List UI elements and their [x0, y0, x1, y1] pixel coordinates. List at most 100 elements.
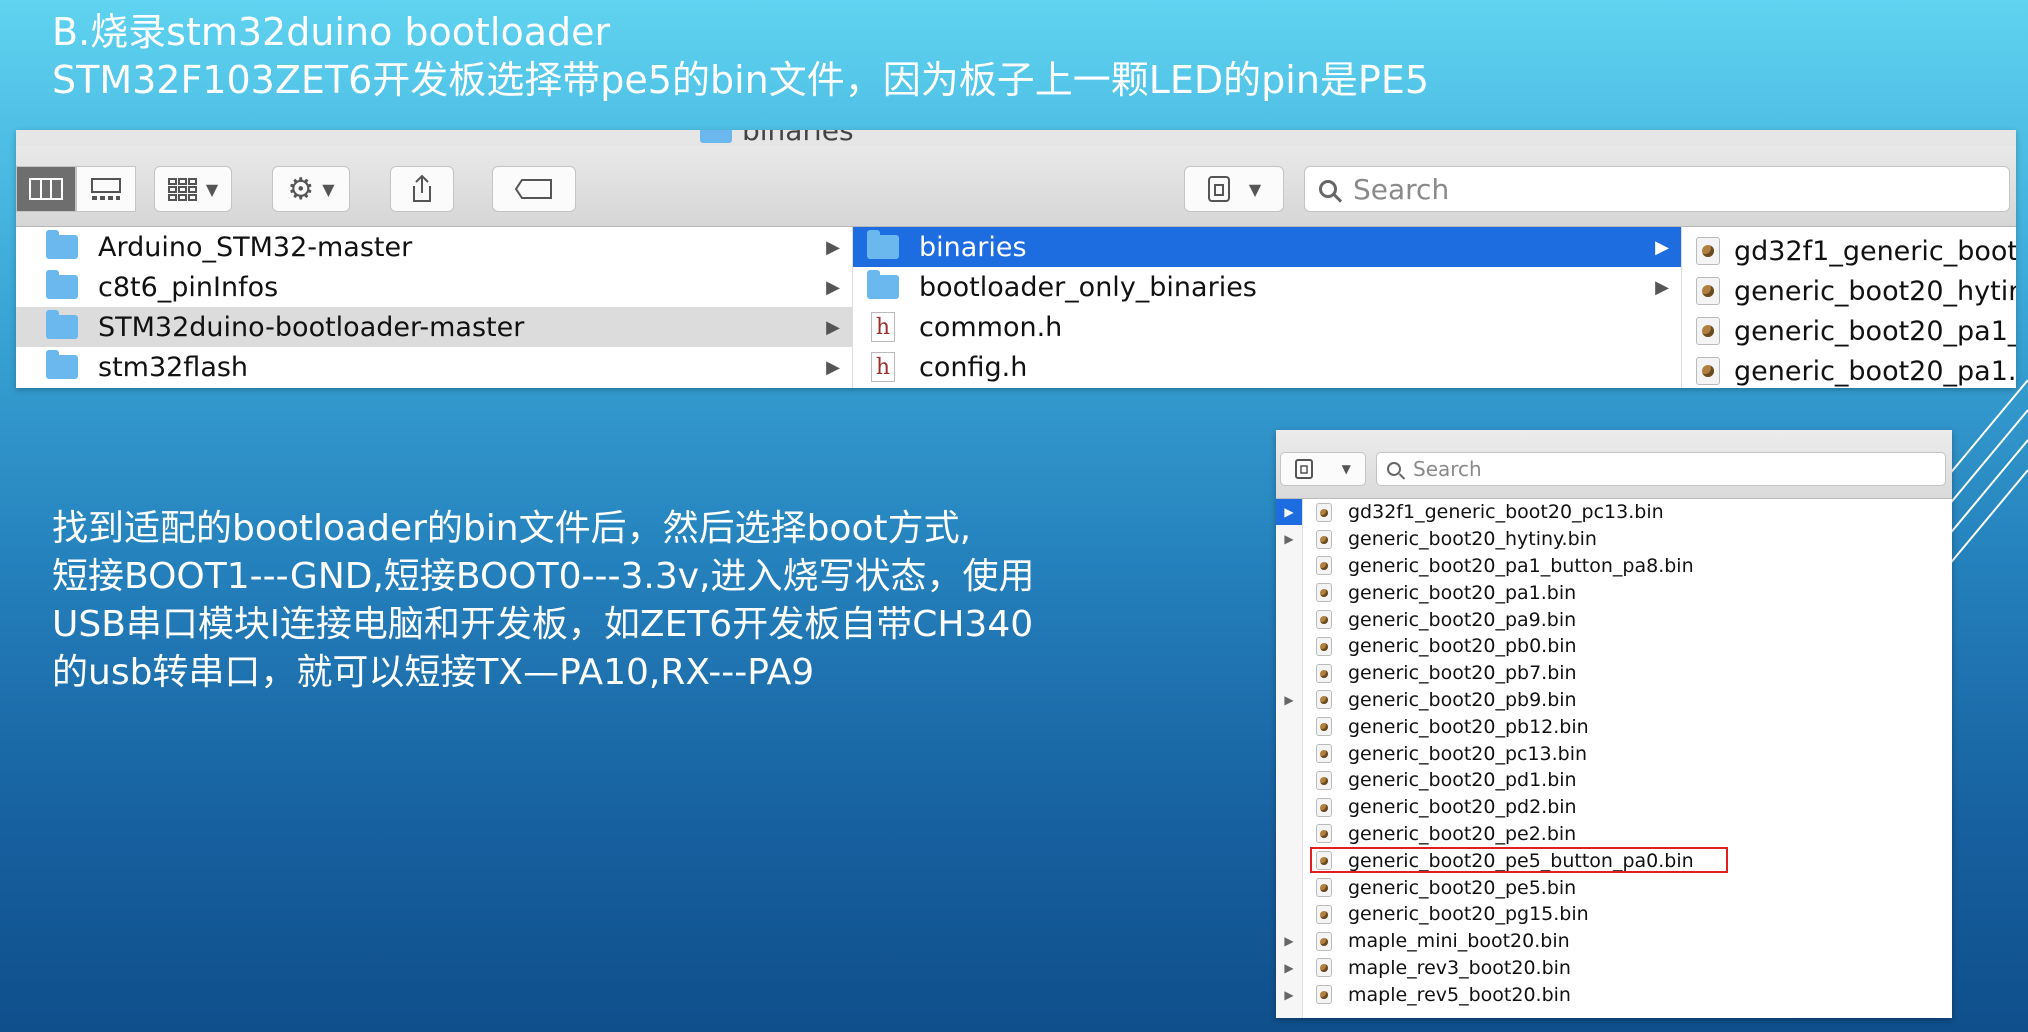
drive-icon [1295, 459, 1314, 479]
folder-icon [867, 270, 899, 299]
device-menu-button[interactable]: ▼ [1184, 166, 1284, 212]
file-name: gd32f1_generic_boot20_pc13.bin [1348, 501, 1664, 524]
list-item[interactable]: generic_boot20_pb0.bin [1276, 633, 1952, 660]
file-name: generic_boot20_pa1.bin [1348, 581, 1577, 604]
list-item[interactable]: stm32flash ▶ [16, 347, 852, 387]
finder-title-bar: binaries [16, 130, 2016, 147]
list-item[interactable]: generic_boot20_pa1.bin [1276, 579, 1952, 606]
body-line: 找到适配的bootloader的bin文件后，然后选择boot方式, [52, 508, 972, 549]
search-icon [1387, 462, 1401, 476]
list-item[interactable]: h config.h [853, 347, 1681, 387]
disclosure-arrow-icon: ▶ [1284, 987, 1294, 1002]
list-item[interactable]: ▶ generic_boot20_hytiny.bin [1276, 526, 1952, 553]
search-placeholder: Search [1353, 172, 1450, 206]
list-item[interactable]: generic_boot20_pa1_button_pa8.bin [1276, 553, 1952, 580]
bin-file-icon [1316, 958, 1332, 978]
share-button[interactable] [390, 166, 454, 212]
bin-file-icon [1316, 529, 1332, 549]
tag-icon [514, 179, 552, 199]
finder-toolbar: ▼ ⚙ ▼ ▼ Search [16, 146, 2016, 227]
disclosure-arrow-icon: ▶ [1276, 499, 1302, 526]
list-item[interactable]: c8t6_pinInfos ▶ [16, 267, 852, 307]
bin-file-icon [1696, 237, 1720, 265]
file-list: ▶ gd32f1_generic_boot20_pc13.bin ▶ generic_… [1276, 499, 1952, 1018]
item-label: generic_boot20_hytiny. [1734, 275, 2016, 307]
item-label: config.h [919, 351, 1028, 383]
list-item[interactable]: generic_boot20_pd1.bin [1276, 767, 1952, 794]
list-item[interactable]: bootloader_only_binaries ▶ [853, 267, 1681, 307]
grid-icon [167, 178, 197, 201]
file-name: maple_rev5_boot20.bin [1348, 983, 1571, 1006]
folder-icon [46, 310, 78, 339]
bin-file-icon [1316, 770, 1332, 790]
finder-column-3: gd32f1_generic_boot20 generic_boot20_hyt… [1682, 227, 2016, 388]
bin-file-icon [1696, 357, 1720, 385]
list-item[interactable]: ▶ maple_rev3_boot20.bin [1276, 955, 1952, 982]
folder-icon [46, 230, 78, 259]
file-name: maple_rev3_boot20.bin [1348, 956, 1571, 979]
search-placeholder: Search [1413, 457, 1482, 481]
column-view-button[interactable] [16, 166, 76, 212]
file-name: generic_boot20_pb0.bin [1348, 635, 1577, 658]
list-item[interactable]: generic_boot20_pa1_bu [1682, 311, 2016, 351]
action-button[interactable]: ⚙ ▼ [272, 166, 350, 212]
disclosure-arrow-icon: ▶ [826, 276, 840, 298]
list-item[interactable]: generic_boot20_hytiny. [1682, 271, 2016, 311]
file-name: generic_boot20_pd2.bin [1348, 796, 1577, 819]
group-by-button[interactable]: ▼ [154, 166, 232, 212]
bin-file-icon [1316, 904, 1332, 924]
item-label: Arduino_STM32-master [98, 231, 413, 263]
chevron-down-icon: ▼ [205, 179, 219, 199]
list-item[interactable]: ▶ maple_mini_boot20.bin [1276, 928, 1952, 955]
chevron-down-icon: ▼ [1248, 179, 1262, 199]
window-title: binaries [742, 130, 854, 147]
list-item[interactable]: generic_boot20_pg15.bin [1276, 901, 1952, 928]
list-item[interactable]: generic_boot20_pe5.bin [1276, 874, 1952, 901]
gallery-view-button[interactable] [76, 166, 136, 212]
bin-file-icon [1316, 502, 1332, 522]
bin-file-icon [1316, 851, 1332, 871]
bin-file-icon [1316, 931, 1332, 951]
disclosure-arrow-icon: ▶ [1284, 960, 1294, 975]
search-field[interactable]: Search [1304, 166, 2010, 212]
list-item[interactable]: Arduino_STM32-master ▶ [16, 227, 852, 267]
list-item[interactable]: generic_boot20_pa9.bin [1276, 606, 1952, 633]
list-item-selected[interactable]: STM32duino-bootloader-master ▶ [16, 307, 852, 347]
file-name: generic_boot20_pe5_button_pa0.bin [1348, 849, 1694, 872]
list-item[interactable]: h common.h [853, 307, 1681, 347]
drive-icon [1207, 176, 1230, 202]
bin-file-icon [1316, 636, 1332, 656]
bin-file-icon [1316, 985, 1332, 1005]
tags-button[interactable] [492, 166, 576, 212]
device-menu-button[interactable]: ▼ [1280, 452, 1366, 486]
body-line: USB串口模块l连接电脑和开发板，如ZET6开发板自带CH340 [52, 604, 1034, 645]
list-item-selected[interactable]: binaries ▶ [853, 227, 1681, 267]
list-item[interactable]: gd32f1_generic_boot20 [1682, 231, 2016, 271]
list-item[interactable]: generic_boot20_pe2.bin [1276, 821, 1952, 848]
list-item[interactable]: generic_boot20_pb12.bin [1276, 713, 1952, 740]
item-label: generic_boot20_pa1.bi [1734, 355, 2016, 387]
file-name: generic_boot20_pe5.bin [1348, 876, 1577, 899]
item-label: bootloader_only_binaries [919, 271, 1257, 303]
disclosure-arrow-icon: ▶ [1284, 692, 1294, 707]
title-line-2: STM32F103ZET6开发板选择带pe5的bin文件，因为板子上一颗LED的… [52, 58, 1430, 102]
search-field[interactable]: Search [1376, 452, 1946, 486]
item-label: generic_boot20_pa1_bu [1734, 315, 2016, 347]
disclosure-arrow-icon: ▶ [826, 236, 840, 258]
finder-window-bottom: ▼ Search ▶ gd32f1_generic_boot20_pc13.bin… [1276, 430, 1952, 1018]
list-item[interactable]: ▶ generic_boot20_pb9.bin [1276, 687, 1952, 714]
body-line: 的usb转串口，就可以短接TX—PA10,RX---PA9 [52, 652, 815, 693]
finder-column-2: binaries ▶ bootloader_only_binaries ▶ h … [853, 227, 1682, 388]
header-file-icon: h [871, 312, 895, 342]
chevron-down-icon: ▼ [322, 179, 335, 199]
file-name: generic_boot20_pb9.bin [1348, 688, 1577, 711]
list-item[interactable]: ▶ maple_rev5_boot20.bin [1276, 981, 1952, 1008]
folder-icon [867, 230, 899, 259]
list-item[interactable]: generic_boot20_pa1.bi [1682, 351, 2016, 388]
list-item-highlighted[interactable]: generic_boot20_pe5_button_pa0.bin [1276, 847, 1952, 874]
list-item[interactable]: generic_boot20_pd2.bin [1276, 794, 1952, 821]
file-name: maple_mini_boot20.bin [1348, 930, 1570, 953]
list-item[interactable]: generic_boot20_pc13.bin [1276, 740, 1952, 767]
list-item[interactable]: ▶ gd32f1_generic_boot20_pc13.bin [1276, 499, 1952, 526]
list-item[interactable]: generic_boot20_pb7.bin [1276, 660, 1952, 687]
